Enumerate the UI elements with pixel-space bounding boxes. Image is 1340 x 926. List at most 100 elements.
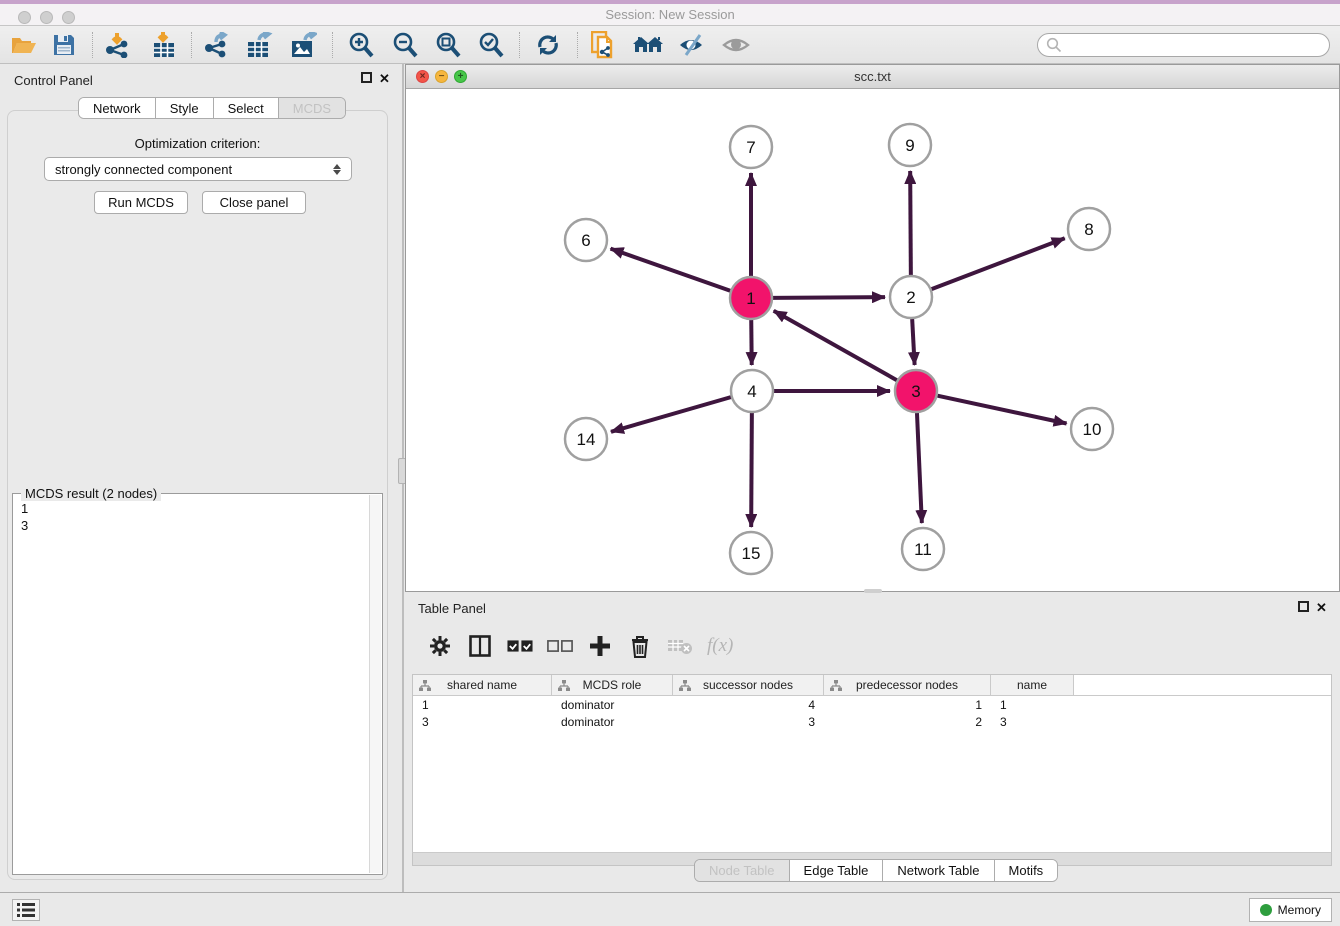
- toggle-panel-columns-icon[interactable]: [467, 635, 493, 657]
- graph-node-1[interactable]: 1: [730, 277, 772, 319]
- add-column-icon[interactable]: [587, 635, 613, 657]
- export-image-button[interactable]: [288, 30, 320, 60]
- svg-text:14: 14: [577, 430, 596, 449]
- deselect-all-rows-icon[interactable]: [547, 639, 573, 653]
- save-session-button[interactable]: [48, 30, 80, 60]
- save-floppy-icon: [53, 34, 75, 56]
- tab-motifs[interactable]: Motifs: [995, 860, 1058, 881]
- column-header-mcds-role[interactable]: MCDS role: [552, 675, 673, 695]
- run-mcds-button[interactable]: Run MCDS: [94, 191, 188, 214]
- toolbar-separator: [519, 32, 520, 58]
- optimization-criterion-select[interactable]: strongly connected component: [44, 157, 352, 181]
- zoom-in-icon: [348, 32, 374, 58]
- graph-edge-3-11[interactable]: [917, 413, 922, 523]
- list-icon: [17, 903, 35, 917]
- graph-node-15[interactable]: 15: [730, 532, 772, 574]
- svg-text:8: 8: [1084, 220, 1093, 239]
- close-panel-button[interactable]: Close panel: [202, 191, 306, 214]
- table-toolbar: f(x): [415, 625, 1330, 667]
- network-window-resize-handle[interactable]: [864, 589, 882, 593]
- control-panel-title: Control Panel: [14, 73, 93, 88]
- graph-edge-3-1[interactable]: [774, 311, 897, 380]
- graph-edge-4-14[interactable]: [611, 397, 731, 432]
- control-panel-tabs: Network Style Select MCDS: [78, 97, 346, 119]
- cell-mcds-role: dominator: [552, 715, 673, 729]
- function-builder-icon[interactable]: f(x): [707, 635, 733, 657]
- graph-edge-3-10[interactable]: [938, 396, 1067, 424]
- memory-button[interactable]: Memory: [1249, 898, 1332, 922]
- select-all-rows-icon[interactable]: [507, 639, 533, 653]
- optimization-criterion-label: Optimization criterion:: [0, 136, 395, 151]
- import-network-button[interactable]: [102, 30, 134, 60]
- graph-node-14[interactable]: 14: [565, 418, 607, 460]
- zoom-fit-icon: [435, 32, 461, 58]
- svg-text:7: 7: [746, 138, 755, 157]
- settings-gear-icon[interactable]: [427, 635, 453, 657]
- delete-table-icon[interactable]: [667, 637, 693, 655]
- import-network-icon: [105, 32, 131, 58]
- export-table-button[interactable]: [244, 30, 276, 60]
- network-window-titlebar[interactable]: × − + scc.txt: [406, 65, 1339, 89]
- tab-select[interactable]: Select: [214, 98, 279, 118]
- task-history-button[interactable]: [12, 899, 40, 921]
- open-session-button[interactable]: [8, 30, 40, 60]
- toolbar-separator: [577, 32, 578, 58]
- delete-columns-icon[interactable]: [627, 635, 653, 658]
- graph-node-6[interactable]: 6: [565, 219, 607, 261]
- zoom-selected-icon: [478, 32, 504, 58]
- toolbar-separator: [191, 32, 192, 58]
- graph-edge-4-15[interactable]: [751, 413, 752, 527]
- home-button[interactable]: [632, 30, 664, 60]
- svg-text:2: 2: [906, 288, 915, 307]
- network-graph-canvas[interactable]: 1 2 3 4 6 7 8 9 10 11 14 15: [406, 89, 1339, 592]
- zoom-out-button[interactable]: [389, 30, 421, 60]
- node-table[interactable]: shared name MCDS role successor nodes pr…: [412, 674, 1332, 852]
- graph-node-8[interactable]: 8: [1068, 208, 1110, 250]
- import-table-button[interactable]: [148, 30, 180, 60]
- graph-node-11[interactable]: 11: [902, 528, 944, 570]
- close-table-panel-icon[interactable]: ✕: [1316, 600, 1327, 616]
- zoom-selected-button[interactable]: [475, 30, 507, 60]
- tab-style[interactable]: Style: [156, 98, 214, 118]
- graph-node-9[interactable]: 9: [889, 124, 931, 166]
- export-network-button[interactable]: [201, 30, 233, 60]
- graph-node-3[interactable]: 3: [895, 370, 937, 412]
- search-input[interactable]: [1037, 33, 1330, 57]
- graph-edge-1-6[interactable]: [611, 249, 731, 291]
- cell-successor-nodes: 4: [673, 698, 824, 712]
- float-panel-icon[interactable]: [361, 72, 372, 83]
- graph-edge-2-9[interactable]: [910, 171, 911, 275]
- show-graphics-details-button[interactable]: [720, 30, 752, 60]
- column-header-name[interactable]: name: [991, 675, 1074, 695]
- graph-node-10[interactable]: 10: [1071, 408, 1113, 450]
- graph-edge-2-3[interactable]: [912, 319, 914, 365]
- table-row[interactable]: 3 dominator 3 2 3: [413, 713, 1331, 730]
- zoom-fit-button[interactable]: [432, 30, 464, 60]
- column-header-shared-name[interactable]: shared name: [413, 675, 552, 695]
- graph-edge-1-2[interactable]: [773, 297, 885, 298]
- graph-edge-2-8[interactable]: [932, 238, 1065, 289]
- refresh-view-button[interactable]: [532, 30, 564, 60]
- column-header-predecessor-nodes[interactable]: predecessor nodes: [824, 675, 991, 695]
- graph-node-4[interactable]: 4: [731, 370, 773, 412]
- close-panel-icon[interactable]: ✕: [379, 71, 390, 87]
- column-header-successor-nodes[interactable]: successor nodes: [673, 675, 824, 695]
- result-scrollbar[interactable]: [369, 495, 381, 873]
- mcds-result-box: MCDS result (2 nodes) 1 3: [12, 493, 383, 875]
- zoom-in-button[interactable]: [345, 30, 377, 60]
- toolbar-separator: [332, 32, 333, 58]
- graph-node-7[interactable]: 7: [730, 126, 772, 168]
- mcds-result-text[interactable]: 1 3: [15, 500, 368, 872]
- hide-graphics-details-button[interactable]: [676, 30, 708, 60]
- float-table-panel-icon[interactable]: [1298, 601, 1309, 612]
- tab-network-table[interactable]: Network Table: [883, 860, 994, 881]
- graph-node-2[interactable]: 2: [890, 276, 932, 318]
- clone-network-button[interactable]: [588, 30, 620, 60]
- tab-edge-table[interactable]: Edge Table: [790, 860, 884, 881]
- tab-network[interactable]: Network: [79, 98, 156, 118]
- tab-mcds[interactable]: MCDS: [279, 98, 345, 118]
- main-toolbar: [0, 26, 1340, 64]
- table-panel: Table Panel ✕ f(x) shared name: [405, 595, 1340, 892]
- table-row[interactable]: 1 dominator 4 1 1: [413, 696, 1331, 713]
- tab-node-table[interactable]: Node Table: [695, 860, 790, 881]
